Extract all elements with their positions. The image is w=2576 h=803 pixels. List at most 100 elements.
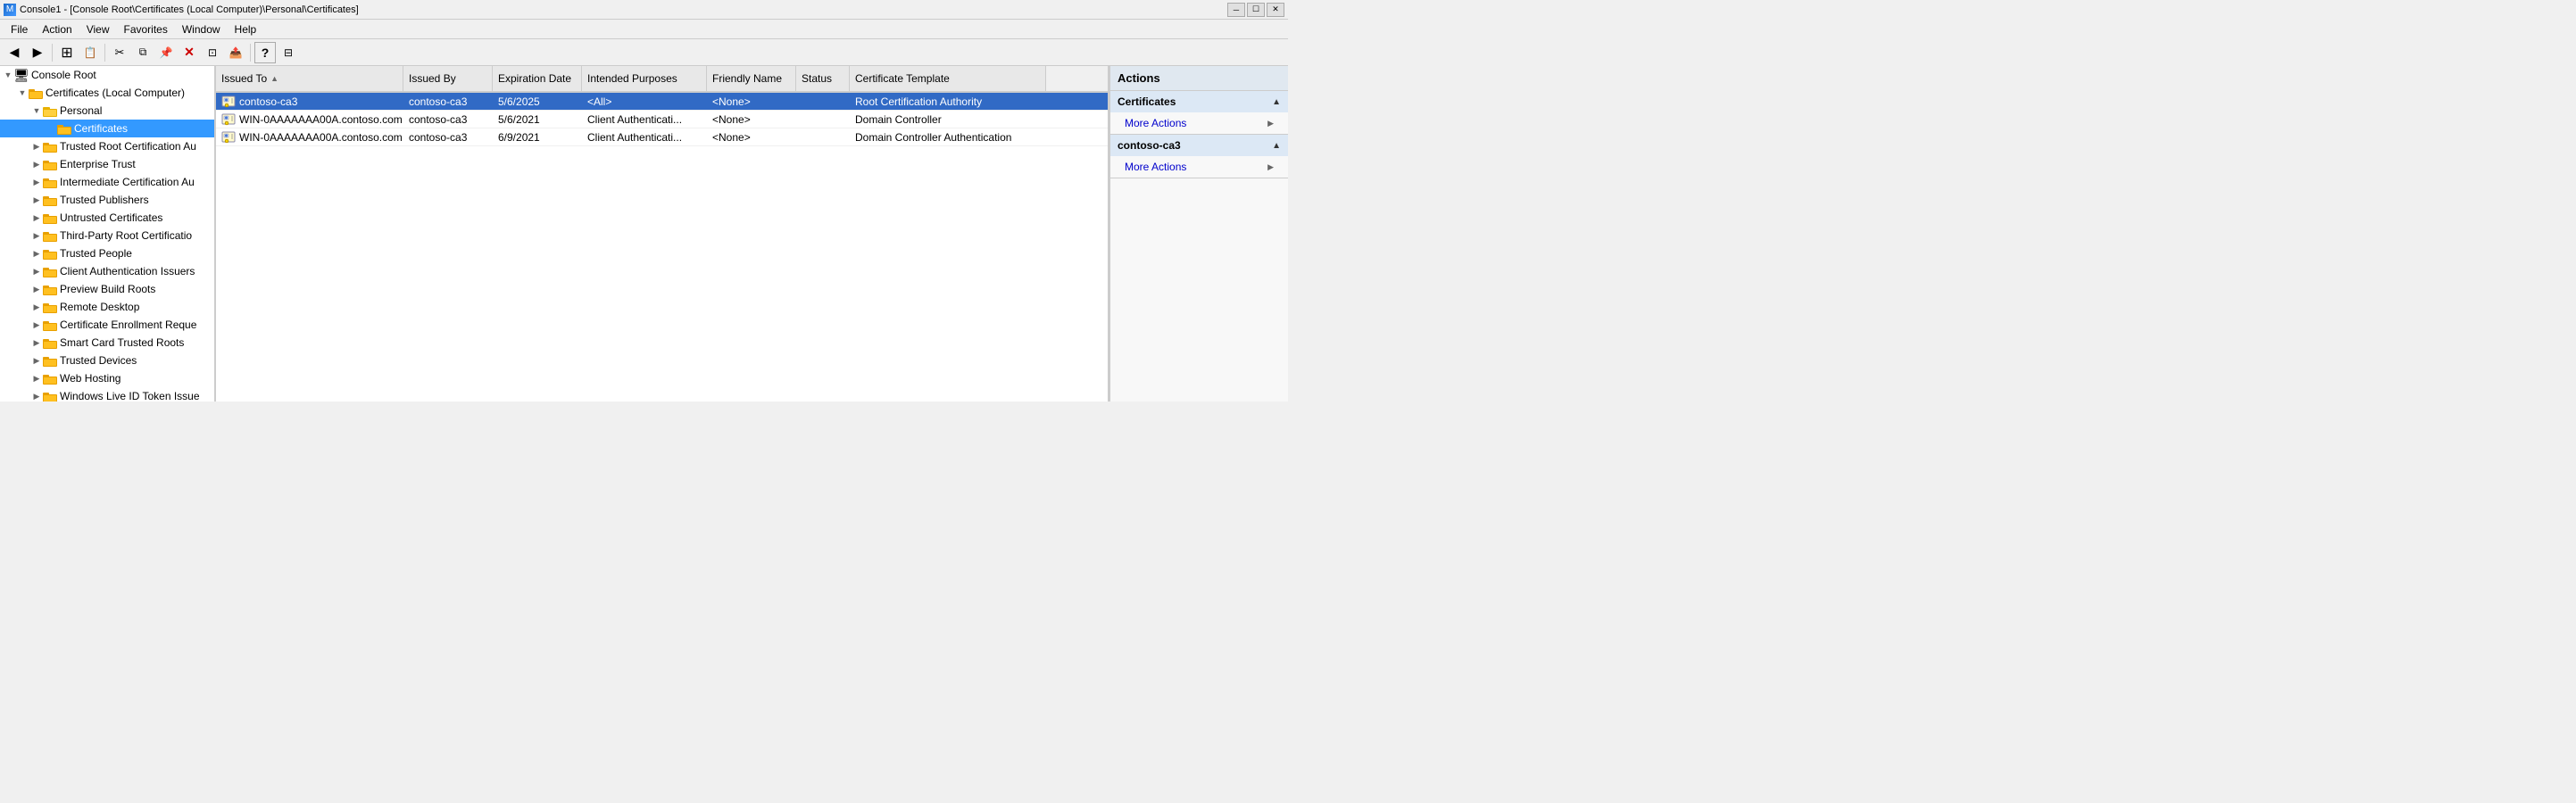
col-header-status[interactable]: Status xyxy=(796,66,850,91)
col-header-issued-to[interactable]: Issued To ▲ xyxy=(216,66,403,91)
menu-item-window[interactable]: Window xyxy=(175,21,228,37)
actions-item-arrow-more-actions-1: ▶ xyxy=(1267,119,1274,128)
tree-label-third-party-root: Third-Party Root Certificatio xyxy=(60,229,192,242)
tree-expander-third-party-root[interactable]: ▶ xyxy=(30,229,43,242)
tree-node-enterprise-trust[interactable]: ▶Enterprise Trust xyxy=(0,155,214,173)
tree-expander-personal-certs[interactable] xyxy=(45,122,57,135)
tree-pane[interactable]: ▼🖥Console Root▼Certificates (Local Compu… xyxy=(0,66,216,402)
copy-button[interactable]: ⧉ xyxy=(132,42,154,63)
help-button[interactable]: ? xyxy=(254,42,276,63)
folder-icon-enterprise-trust xyxy=(43,159,57,170)
cell-template: Domain Controller Authentication xyxy=(850,129,1046,145)
issued-to-text: contoso-ca3 xyxy=(239,95,297,108)
actions-title: Actions xyxy=(1118,71,1160,85)
col-header-template[interactable]: Certificate Template xyxy=(850,66,1046,91)
col-header-exp-date[interactable]: Expiration Date xyxy=(493,66,582,91)
tree-node-trusted-people[interactable]: ▶ Trusted People xyxy=(0,244,214,262)
tree-node-untrusted-certs[interactable]: ▶ Untrusted Certificates xyxy=(0,209,214,227)
console-button[interactable]: 📋 xyxy=(79,42,101,63)
actions-section-section-certs: Certificates▲More Actions▶ xyxy=(1110,91,1288,135)
tree-label-untrusted-certs: Untrusted Certificates xyxy=(60,211,162,224)
tree-expander-client-auth[interactable]: ▶ xyxy=(30,265,43,277)
menu-item-action[interactable]: Action xyxy=(35,21,79,37)
cell-exp-date: 6/9/2021 xyxy=(493,129,582,145)
tree-expander-remote-desktop[interactable]: ▶ xyxy=(30,301,43,313)
tree-node-trusted-publishers[interactable]: ▶Trusted Publishers xyxy=(0,191,214,209)
tree-expander-preview-build[interactable]: ▶ xyxy=(30,283,43,295)
delete-button[interactable]: ✕ xyxy=(179,42,200,63)
tree-node-trusted-root[interactable]: ▶ Trusted Root Certification Au xyxy=(0,137,214,155)
tree-node-web-hosting[interactable]: ▶ Web Hosting xyxy=(0,369,214,387)
toolbar-sep-3 xyxy=(250,44,251,62)
menu-item-file[interactable]: File xyxy=(4,21,35,37)
tree-expander-smart-card[interactable]: ▶ xyxy=(30,336,43,349)
col-header-purposes[interactable]: Intended Purposes xyxy=(582,66,707,91)
actions-sections: Certificates▲More Actions▶contoso-ca3▲Mo… xyxy=(1110,91,1288,178)
menu-item-help[interactable]: Help xyxy=(228,21,264,37)
tree-label-trusted-devices: Trusted Devices xyxy=(60,354,137,367)
tree-node-smart-card[interactable]: ▶Smart Card Trusted Roots xyxy=(0,334,214,352)
actions-section-header-section-certs[interactable]: Certificates▲ xyxy=(1110,91,1288,112)
tree-node-intermediate-cert[interactable]: ▶Intermediate Certification Au xyxy=(0,173,214,191)
menu-item-view[interactable]: View xyxy=(79,21,117,37)
actions-item-more-actions-2[interactable]: More Actions▶ xyxy=(1110,156,1288,178)
cell-purposes: Client Authenticati... xyxy=(582,112,707,128)
folder-icon-preview-build xyxy=(43,284,57,295)
folder-icon-personal-certs xyxy=(57,123,71,135)
cell-purposes: Client Authenticati... xyxy=(582,129,707,145)
list-pane[interactable]: Issued To ▲ Issued By Expiration Date In… xyxy=(216,66,1109,402)
extra-button[interactable]: ⊟ xyxy=(278,42,299,63)
back-button[interactable]: ◀ xyxy=(4,42,25,63)
tree-node-cert-enrollment[interactable]: ▶Certificate Enrollment Reque xyxy=(0,316,214,334)
properties-button[interactable]: ⊡ xyxy=(202,42,223,63)
col-label-friendly: Friendly Name xyxy=(712,72,782,85)
cell-friendly: <None> xyxy=(707,112,796,128)
tree-expander-certs-local[interactable]: ▼ xyxy=(16,87,29,99)
tree-node-client-auth[interactable]: ▶Client Authentication Issuers xyxy=(0,262,214,280)
folder-icon-certs-local xyxy=(29,87,43,99)
cut-button[interactable]: ✂ xyxy=(109,42,130,63)
menu-item-favorites[interactable]: Favorites xyxy=(117,21,175,37)
export-list-button[interactable]: 📤 xyxy=(225,42,246,63)
tree-node-third-party-root[interactable]: ▶ Third-Party Root Certificatio xyxy=(0,227,214,244)
tree-expander-trusted-people[interactable]: ▶ xyxy=(30,247,43,260)
tree-node-personal-certs[interactable]: Certificates xyxy=(0,120,214,137)
tree-expander-trusted-devices[interactable]: ▶ xyxy=(30,354,43,367)
tree-label-web-hosting: Web Hosting xyxy=(60,372,120,385)
tree-expander-web-hosting[interactable]: ▶ xyxy=(30,372,43,385)
tree-node-personal[interactable]: ▼Personal xyxy=(0,102,214,120)
list-row[interactable]: contoso-ca3contoso-ca35/6/2025<All><None… xyxy=(216,93,1108,111)
tree-expander-cert-enrollment[interactable]: ▶ xyxy=(30,319,43,331)
show-hide-console-button[interactable]: ⊞ xyxy=(56,42,78,63)
actions-item-more-actions-1[interactable]: More Actions▶ xyxy=(1110,112,1288,134)
tree-expander-intermediate-cert[interactable]: ▶ xyxy=(30,176,43,188)
actions-section-header-section-contoso[interactable]: contoso-ca3▲ xyxy=(1110,135,1288,156)
tree-expander-enterprise-trust[interactable]: ▶ xyxy=(30,158,43,170)
cell-template: Domain Controller xyxy=(850,112,1046,128)
tree-node-trusted-devices[interactable]: ▶ Trusted Devices xyxy=(0,352,214,369)
close-button[interactable]: ✕ xyxy=(1267,3,1284,17)
tree-expander-untrusted-certs[interactable]: ▶ xyxy=(30,211,43,224)
tree-expander-console-root[interactable]: ▼ xyxy=(2,69,14,81)
tree-node-certs-local[interactable]: ▼Certificates (Local Computer) xyxy=(0,84,214,102)
tree-label-trusted-people: Trusted People xyxy=(60,247,132,260)
tree-node-windows-live[interactable]: ▶Windows Live ID Token Issue xyxy=(0,387,214,402)
list-row[interactable]: WIN-0AAAAAAA00A.contoso.comcontoso-ca35/… xyxy=(216,111,1108,128)
folder-icon-console-root: 🖥 xyxy=(14,70,29,81)
tree-expander-trusted-root[interactable]: ▶ xyxy=(30,140,43,153)
tree-label-trusted-root: Trusted Root Certification Au xyxy=(60,140,196,153)
tree-node-remote-desktop[interactable]: ▶Remote Desktop xyxy=(0,298,214,316)
col-header-friendly[interactable]: Friendly Name xyxy=(707,66,796,91)
tree-node-preview-build[interactable]: ▶Preview Build Roots xyxy=(0,280,214,298)
restore-button[interactable]: ☐ xyxy=(1247,3,1265,17)
col-header-issued-by[interactable]: Issued By xyxy=(403,66,493,91)
tree-node-console-root[interactable]: ▼🖥Console Root xyxy=(0,66,214,84)
paste-button[interactable]: 📌 xyxy=(155,42,177,63)
tree-expander-windows-live[interactable]: ▶ xyxy=(30,390,43,402)
list-row[interactable]: WIN-0AAAAAAA00A.contoso.comcontoso-ca36/… xyxy=(216,128,1108,146)
minimize-button[interactable]: ─ xyxy=(1227,3,1245,17)
tree-expander-personal[interactable]: ▼ xyxy=(30,104,43,117)
tree-expander-trusted-publishers[interactable]: ▶ xyxy=(30,194,43,206)
title-text: Console1 - [Console Root\Certificates (L… xyxy=(20,4,359,15)
forward-button[interactable]: ▶ xyxy=(27,42,48,63)
